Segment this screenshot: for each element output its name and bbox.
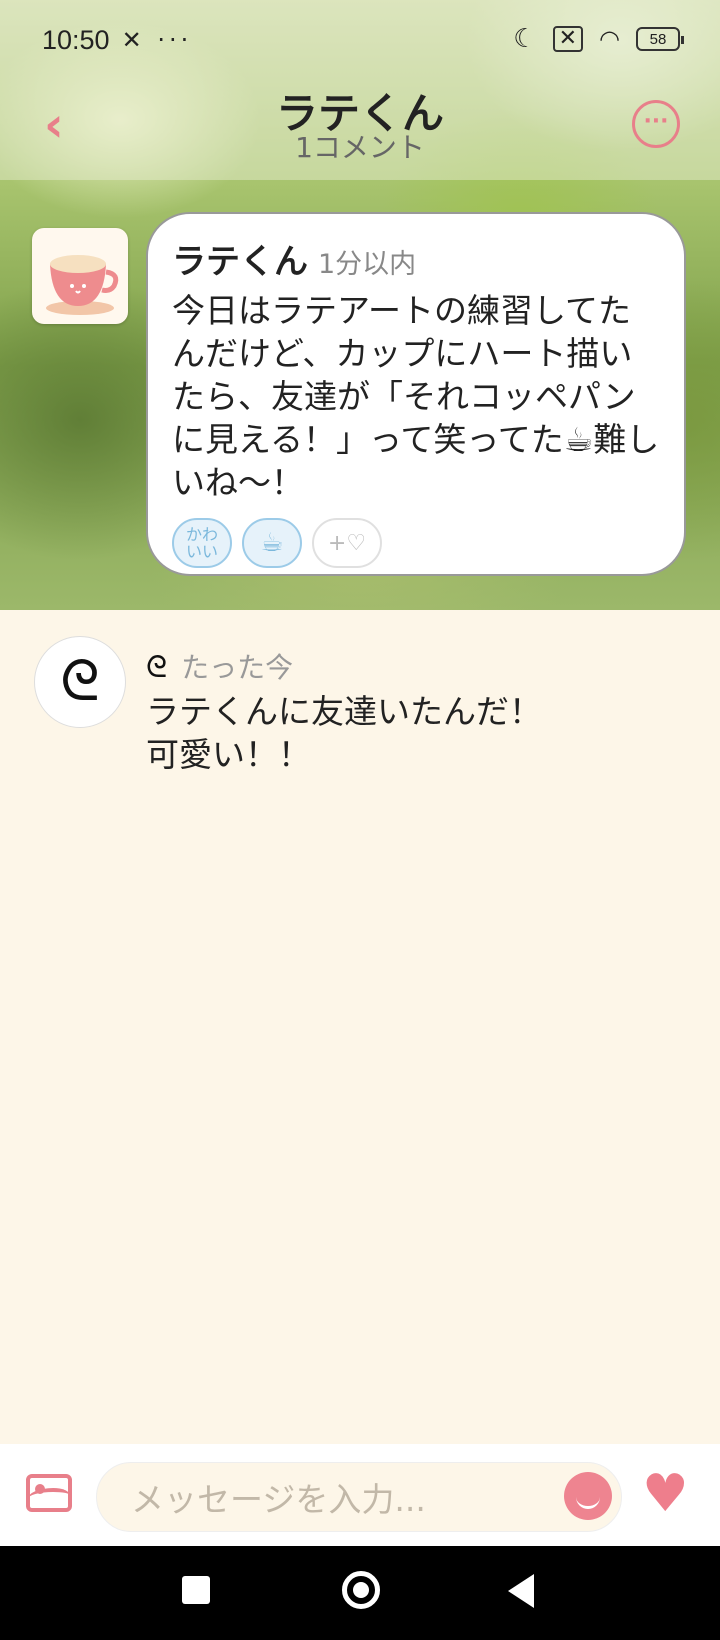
image-picker-button[interactable] bbox=[26, 1474, 72, 1512]
reaction-kawaii[interactable]: かわ いい bbox=[172, 518, 232, 568]
system-back-button[interactable] bbox=[508, 1574, 534, 1608]
moon-icon: ☾ bbox=[513, 24, 537, 54]
post-author-avatar[interactable] bbox=[32, 228, 128, 324]
post-text: 今日はラテアートの練習してたんだけど、カップにハート描いたら、友達が「それコッペ… bbox=[172, 291, 660, 502]
reaction-kawaii-label: かわ いい bbox=[185, 525, 218, 561]
coffee-icon: ☕ bbox=[260, 527, 284, 558]
recents-button[interactable] bbox=[182, 1576, 210, 1604]
notification-icons: ✕ ··· bbox=[121, 26, 193, 54]
more-button[interactable]: ··· bbox=[632, 100, 680, 148]
comment-text-line1: ラテくんに友達いたんだ！ bbox=[146, 692, 542, 731]
comment-author-name[interactable]: ᘓ bbox=[146, 650, 167, 685]
emoji-button[interactable] bbox=[564, 1472, 612, 1520]
comment-text: ラテくんに友達いたんだ！ 可愛い！！ bbox=[146, 690, 542, 776]
comment-author-avatar[interactable]: ᘓ bbox=[34, 636, 126, 728]
data-off-icon: ✕ bbox=[552, 26, 584, 52]
comment-avatar-glyph: ᘓ bbox=[60, 649, 100, 714]
message-input-bar: メッセージを入力... ♥ bbox=[0, 1444, 720, 1546]
cup-avatar-icon bbox=[46, 255, 119, 315]
message-input[interactable]: メッセージを入力... bbox=[96, 1462, 622, 1532]
comment-count: 1コメント bbox=[295, 131, 425, 164]
add-reaction-label: +♡ bbox=[327, 530, 367, 556]
more-icon: ··· bbox=[643, 109, 669, 134]
like-button[interactable]: ♥ bbox=[642, 1466, 689, 1522]
post-author-name[interactable]: ラテくん bbox=[172, 234, 308, 283]
status-bar: 10:50 ✕ ··· ☾ ✕ ◠ 58 bbox=[0, 0, 720, 80]
comment-text-line2: 可愛い！！ bbox=[146, 735, 311, 774]
wifi-icon: ◠ bbox=[599, 25, 620, 53]
post-time: 1分以内 bbox=[318, 249, 417, 280]
status-right: ☾ ✕ ◠ 58 bbox=[513, 24, 684, 54]
post-header: ラテくん 1分以内 bbox=[172, 234, 662, 283]
comment-time: たった今 bbox=[181, 651, 294, 684]
reaction-coffee[interactable]: ☕ bbox=[242, 518, 302, 568]
status-time: 10:50 bbox=[42, 24, 110, 55]
reaction-bar: かわ いい ☕ +♡ bbox=[172, 518, 662, 568]
post-bubble: ラテくん 1分以内 今日はラテアートの練習してたんだけど、カップにハート描いたら… bbox=[146, 212, 686, 576]
home-button[interactable] bbox=[342, 1571, 380, 1609]
battery-icon: 58 bbox=[636, 27, 684, 51]
add-reaction-button[interactable]: +♡ bbox=[312, 518, 382, 568]
system-navigation-bar bbox=[0, 1546, 720, 1640]
comment-header: ᘓ たった今 bbox=[146, 646, 293, 686]
heart-icon: ♥ bbox=[642, 1464, 689, 1524]
